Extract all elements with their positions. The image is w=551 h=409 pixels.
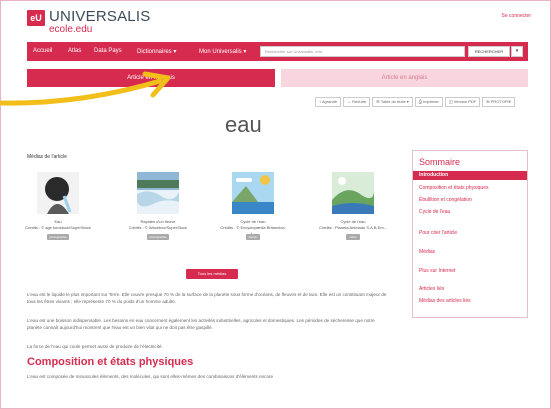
table-of-text-button[interactable]: ☰ Table du texte ▾ (372, 97, 413, 107)
media-badge: vidéo (346, 234, 360, 240)
article-toolbar: ↕ Agrandir ↔ Réduire ☰ Table du texte ▾ … (315, 97, 516, 107)
paragraph: L'eau est une boisson indispensable. Les… (27, 318, 375, 330)
reduce-button[interactable]: ↔ Réduire (343, 97, 371, 107)
search-dropdown-button[interactable]: ▾ (511, 46, 523, 57)
media-thumb-water-drinking[interactable] (37, 172, 79, 214)
summary-sidebar: Sommaire Introduction Composition et éta… (412, 150, 528, 318)
all-media-button[interactable]: Tous les médias (186, 269, 238, 279)
media-credit: Crédits : © Wavebox/SuperStock (128, 225, 188, 230)
sidebar-item-internet[interactable]: Plus sur Internet (413, 267, 527, 276)
media-thumb-water-cycle-video[interactable] (332, 172, 374, 214)
logo-icon[interactable]: eU (27, 10, 45, 26)
signin-link[interactable]: Se connecter (502, 13, 531, 19)
media-credit: Crédits : © age fotostock/SuperStock (25, 225, 91, 230)
media-thumb-rapids[interactable] (137, 172, 179, 214)
nav-item-mon-universalis[interactable]: Mon Universalis ▾ (199, 48, 246, 55)
search-button[interactable]: RECHERCHER (468, 46, 510, 57)
main-nav: Accueil Atlas Data Pays Dictionnaires ▾ … (27, 42, 528, 61)
nav-item-data-pays[interactable]: Data Pays (94, 48, 122, 54)
sidebar-item-introduction[interactable]: Introduction (413, 171, 527, 180)
media-section-label: Médias de l'article (27, 154, 67, 160)
sidebar-title: Sommaire (419, 157, 461, 167)
share-button[interactable]: ✉ PROTOPIE (482, 97, 516, 107)
sidebar-item-ebullition[interactable]: Ébullition et congélation (413, 196, 527, 205)
search-input[interactable]: Rechercher sur Universalis .edu (260, 46, 465, 57)
paragraph: La force de l'eau qui coule permet aussi… (27, 344, 163, 349)
sidebar-item-related-media[interactable]: Médias des articles liés (413, 297, 527, 306)
nav-item-accueil[interactable]: Accueil (33, 48, 52, 54)
pdf-button[interactable]: ◫ Version PDF (444, 97, 481, 107)
nav-item-dictionnaires[interactable]: Dictionnaires ▾ (137, 48, 176, 55)
sidebar-item-related-articles[interactable]: Articles liés (413, 285, 527, 294)
enlarge-button[interactable]: ↕ Agrandir (315, 97, 342, 107)
media-badge: photographie (147, 234, 169, 240)
media-badge: dessin (246, 234, 260, 240)
sidebar-item-composition[interactable]: Composition et états physiques (413, 184, 527, 193)
page-title: eau (225, 112, 262, 137)
tab-article-english[interactable]: Article en anglais (281, 69, 528, 87)
section-heading: Composition et états physiques (27, 356, 194, 368)
arrow-annotation-icon (0, 71, 171, 106)
nav-item-atlas[interactable]: Atlas (68, 48, 81, 54)
print-button[interactable]: ⎙ Imprimer (414, 97, 443, 107)
media-credit: Crédits : Planeta Animado S.A.B Em... (318, 225, 388, 230)
sidebar-item-medias[interactable]: Médias (413, 248, 527, 257)
media-badge: photographie (47, 234, 69, 240)
media-thumb-water-cycle-drawing[interactable] (232, 172, 274, 214)
sidebar-item-cite[interactable]: Pour citer l'article (413, 229, 527, 238)
paragraph: L'eau est composée de minuscules élément… (27, 374, 274, 379)
sidebar-item-cycle[interactable]: Cycle de l'eau (413, 208, 527, 217)
brand-name[interactable]: UNIVERSALIS (49, 8, 150, 25)
brand-subtitle: ecole.edu (49, 24, 93, 35)
paragraph: L'eau est le liquide le plus important s… (27, 292, 387, 304)
